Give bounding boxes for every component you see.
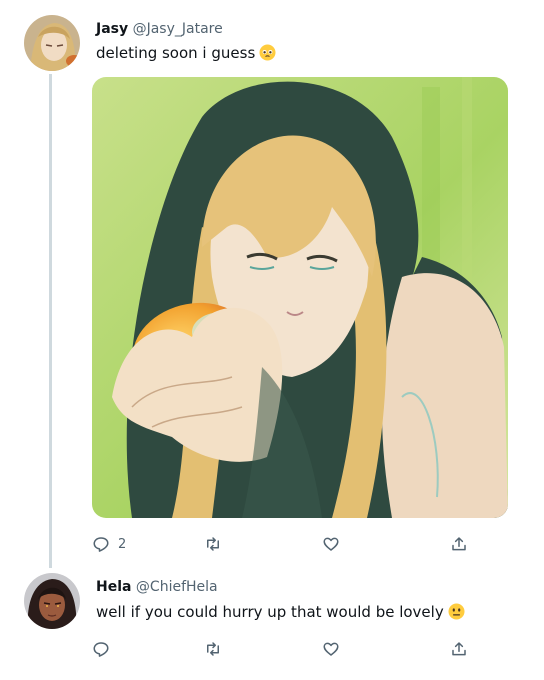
- avatar-jasy[interactable]: [24, 15, 80, 71]
- tweet-header: Hela @ChiefHela: [96, 578, 218, 596]
- tweet-text-content: well if you could hurry up that would be…: [96, 603, 444, 621]
- pleading-face-emoji: [259, 44, 276, 66]
- display-name[interactable]: Hela: [96, 579, 131, 595]
- share-button[interactable]: [450, 533, 468, 555]
- reply-icon: [92, 640, 110, 658]
- reply-button[interactable]: 2: [92, 533, 126, 555]
- avatar-hela[interactable]: [24, 573, 80, 629]
- heart-icon: [322, 535, 340, 553]
- like-button[interactable]: [322, 533, 348, 555]
- tweet-media-image[interactable]: [92, 77, 508, 518]
- like-button[interactable]: [322, 638, 348, 660]
- tweet-text: well if you could hurry up that would be…: [96, 602, 465, 625]
- user-handle[interactable]: @ChiefHela: [136, 579, 218, 595]
- reply-button[interactable]: [92, 638, 118, 660]
- retweet-button[interactable]: [204, 533, 230, 555]
- tweet-actions: [92, 638, 472, 660]
- retweet-button[interactable]: [204, 638, 230, 660]
- tweet-text-content: deleting soon i guess: [96, 44, 256, 62]
- reply-count: 2: [118, 536, 127, 552]
- retweet-icon: [204, 535, 222, 553]
- neutral-face-emoji: [448, 603, 465, 625]
- thread-connector-line: [49, 74, 52, 568]
- share-button[interactable]: [450, 638, 468, 660]
- reply-icon: [92, 535, 110, 553]
- retweet-icon: [204, 640, 222, 658]
- share-icon: [450, 640, 468, 658]
- tweet-text: deleting soon i guess: [96, 43, 276, 66]
- tweet-actions: 2: [92, 533, 472, 555]
- display-name[interactable]: Jasy: [96, 21, 128, 37]
- heart-icon: [322, 640, 340, 658]
- user-handle[interactable]: @Jasy_Jatare: [133, 21, 223, 37]
- share-icon: [450, 535, 468, 553]
- tweet-header: Jasy @Jasy_Jatare: [96, 20, 223, 38]
